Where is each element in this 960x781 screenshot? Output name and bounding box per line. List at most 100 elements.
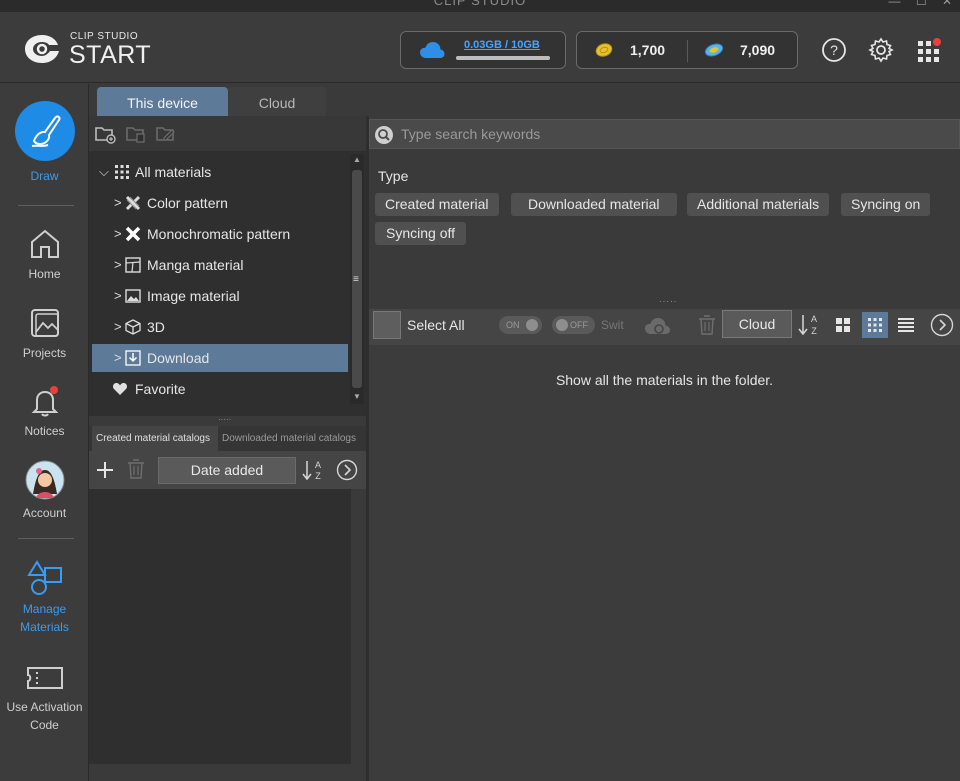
svg-text:Z: Z — [811, 326, 817, 336]
svg-text:A: A — [811, 314, 817, 324]
help-icon[interactable]: ? — [821, 37, 847, 63]
folder-toolbar — [89, 116, 366, 151]
tree-item-mono-pattern[interactable]: > Monochromatic pattern — [92, 220, 348, 248]
chevron-right-circle-icon[interactable] — [336, 459, 358, 481]
chevron-right-icon[interactable]: > — [114, 220, 122, 248]
nav-separator — [18, 538, 74, 539]
tree-label: Favorite — [135, 381, 186, 397]
nav-account[interactable]: Account — [0, 460, 89, 522]
folder-tree-scrollbar[interactable]: ▲ ≡ ▼ — [350, 154, 364, 404]
storage-amount-link[interactable]: 0.03GB / 10GB — [464, 39, 540, 51]
tab-cloud[interactable]: Cloud — [228, 87, 326, 116]
nav-notices-label: Notices — [24, 424, 65, 438]
splitter-grip: ····· — [659, 297, 678, 306]
catalog-scrollbar[interactable] — [351, 489, 366, 764]
sort-az-icon[interactable]: A Z — [301, 458, 325, 482]
header: CLIP STUDIO START 0.03GB / 10GB 1,700 7,… — [0, 12, 960, 83]
tree-item-favorite[interactable]: Favorite — [92, 375, 348, 403]
panel-resize-handle[interactable]: ····· — [218, 415, 231, 424]
scroll-down-icon[interactable]: ▼ — [353, 392, 361, 401]
cloud-storage-widget[interactable]: 0.03GB / 10GB — [400, 31, 566, 69]
folder-tree: ⌵ All materials > Color pattern > Monoch… — [89, 155, 351, 405]
tree-label: Download — [147, 350, 210, 366]
new-folder-icon[interactable] — [94, 124, 116, 144]
small-grid-view-icon[interactable] — [862, 312, 888, 338]
svg-text:?: ? — [830, 42, 838, 58]
logo-text-start: START — [69, 41, 152, 69]
delete-folder-icon[interactable] — [125, 124, 147, 144]
gold-coin-count: 1,700 — [630, 42, 666, 58]
coins-separator — [687, 40, 688, 62]
nav-home-label: Home — [28, 267, 61, 281]
catalog-tabs: Created material catalogs Downloaded mat… — [89, 426, 366, 451]
cloud-icon — [420, 42, 445, 58]
tab-created-catalogs[interactable]: Created material catalogs — [92, 426, 218, 451]
tree-label: Color pattern — [147, 195, 228, 211]
catalog-list — [89, 489, 351, 764]
tree-item-download[interactable]: > Download — [92, 344, 348, 372]
shapes-icon — [26, 560, 62, 595]
sort-az-icon[interactable]: A Z — [797, 312, 821, 338]
trash-icon[interactable] — [127, 458, 145, 480]
nav-activation-code[interactable]: Use Activation Code — [0, 662, 89, 734]
chevron-right-icon[interactable]: > — [114, 189, 122, 217]
nav-home[interactable]: Home — [0, 227, 89, 283]
cloud-dropdown-button[interactable]: Cloud — [722, 310, 792, 338]
tree-item-3d[interactable]: > 3D — [92, 313, 348, 341]
search-input[interactable] — [401, 123, 901, 145]
tree-item-manga-material[interactable]: > Manga material — [92, 251, 348, 279]
cloud-sync-icon[interactable] — [643, 314, 675, 338]
tree-label: Image material — [147, 288, 240, 304]
nav-account-label: Account — [22, 506, 67, 520]
nav-manage-materials-label-2: Materials — [20, 620, 69, 634]
nav-draw-label: Draw — [30, 169, 59, 183]
select-all-label[interactable]: Select All — [407, 317, 465, 333]
trash-icon[interactable] — [698, 314, 716, 336]
svg-text:Z: Z — [315, 471, 321, 481]
chip-downloaded-material[interactable]: Downloaded material — [511, 193, 677, 216]
chevron-right-icon[interactable]: > — [114, 313, 122, 341]
nav-manage-materials[interactable]: Manage Materials — [0, 558, 89, 636]
chip-created-material[interactable]: Created material — [375, 193, 499, 216]
clippy-icon — [704, 43, 724, 57]
toggle-knob — [556, 319, 568, 331]
nav-activation-label: Use Activation — [6, 700, 83, 714]
mono-pattern-icon — [125, 226, 141, 242]
chevron-right-icon[interactable]: > — [114, 251, 122, 279]
chevron-down-icon[interactable]: ⌵ — [99, 158, 109, 186]
tree-label: Manga material — [147, 257, 244, 273]
storage-bar — [456, 56, 550, 60]
account-avatar-icon — [25, 460, 64, 500]
chip-additional-materials[interactable]: Additional materials — [687, 193, 830, 216]
scroll-up-icon[interactable]: ▲ — [353, 155, 361, 164]
large-grid-view-icon[interactable] — [830, 312, 856, 338]
tree-item-all-materials[interactable]: ⌵ All materials — [92, 158, 348, 186]
nav-notices[interactable]: Notices — [0, 384, 89, 440]
chevron-right-icon[interactable]: > — [114, 282, 122, 310]
tree-item-image-material[interactable]: > Image material — [92, 282, 348, 310]
empty-folder-message: Show all the materials in the folder. — [555, 372, 774, 388]
chevron-right-circle-icon[interactable] — [930, 313, 954, 337]
rename-folder-icon[interactable] — [155, 124, 177, 144]
nav-draw[interactable]: Draw — [0, 101, 89, 185]
nav-manage-materials-label: Manage — [22, 602, 67, 616]
select-all-checkbox[interactable] — [373, 311, 401, 339]
settings-gear-icon[interactable] — [868, 37, 894, 63]
apps-grid-icon[interactable] — [916, 37, 942, 63]
sort-date-added-button[interactable]: Date added — [158, 457, 296, 484]
tab-this-device[interactable]: This device — [97, 87, 228, 116]
tree-label: Monochromatic pattern — [147, 226, 291, 242]
sync-on-toggle[interactable]: ON — [499, 316, 542, 334]
coins-widget[interactable]: 1,700 7,090 — [576, 31, 798, 69]
list-view-icon[interactable] — [893, 312, 919, 338]
chip-syncing-off[interactable]: Syncing off — [375, 222, 467, 245]
window-controls[interactable]: — ☐ ✕ — [889, 0, 958, 8]
left-navigation: Draw Home Projects Notices Account Manag… — [0, 84, 89, 781]
nav-projects[interactable]: Projects — [0, 306, 89, 362]
chip-syncing-on[interactable]: Syncing on — [841, 193, 931, 216]
tab-downloaded-catalogs[interactable]: Downloaded material catalogs — [218, 426, 364, 451]
add-plus-icon[interactable] — [95, 460, 115, 480]
sync-off-toggle[interactable]: OFF — [552, 316, 595, 334]
chevron-right-icon[interactable]: > — [114, 344, 122, 372]
tree-item-color-pattern[interactable]: > Color pattern — [92, 189, 348, 217]
